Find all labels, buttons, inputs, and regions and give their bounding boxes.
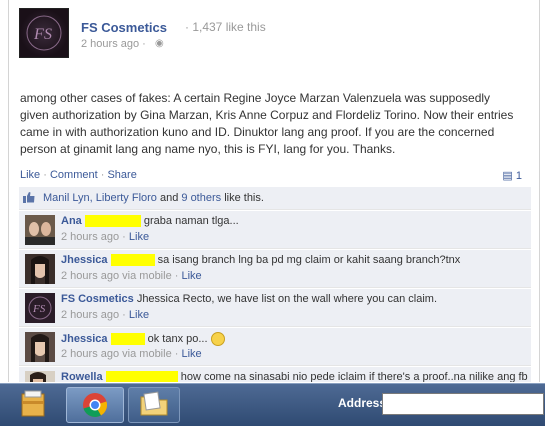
comment-count[interactable]: ▤ 1 (502, 169, 522, 182)
comments-section: Manil Lyn, Liberty Floro and 9 others li… (19, 187, 531, 382)
commenter-avatar[interactable]: FS (25, 293, 55, 323)
comment-timestamp[interactable]: 2 hours ago · (61, 309, 126, 321)
redaction-highlight (110, 254, 155, 267)
file-cabinet-icon (21, 390, 45, 417)
facebook-post-frame: F S FS Cosmetics · 1,437 like this 2 hou… (8, 0, 540, 382)
share-link[interactable]: Share (107, 169, 136, 181)
comment-like-link[interactable]: Like (129, 231, 149, 243)
comment-link[interactable]: Comment (50, 169, 98, 181)
comment-timestamp[interactable]: 2 hours ago (61, 270, 119, 282)
address-input[interactable] (382, 393, 544, 415)
commenter-name[interactable]: Ana (61, 215, 82, 227)
commenter-avatar[interactable] (25, 332, 55, 362)
post-header: F S FS Cosmetics · 1,437 like this 2 hou… (19, 8, 529, 58)
redaction-highlight (84, 215, 141, 228)
comment-text: graba naman tlga... (143, 215, 239, 227)
commenter-name[interactable]: Rowella (61, 371, 103, 382)
commenter-avatar[interactable] (25, 215, 55, 245)
comment-text: Jhessica Recto, we have list on the wall… (136, 293, 438, 305)
comment-like-link[interactable]: Like (129, 309, 149, 321)
comment-item: Rowella how come na sinasabi nio pede ic… (19, 367, 531, 382)
comment-item: FS FS Cosmetics Jhessica Recto, we have … (19, 289, 531, 327)
file-manager-taskbar-button[interactable] (8, 387, 58, 421)
commenter-avatar[interactable] (25, 254, 55, 284)
likes-suffix-text: like this. (221, 192, 264, 204)
address-label: Address (338, 396, 387, 410)
others-link[interactable]: 9 others (181, 192, 221, 204)
thumbs-up-icon (23, 192, 35, 203)
likers-names-link[interactable]: Manil Lyn, Liberty Floro (43, 192, 157, 204)
chrome-taskbar-button[interactable] (66, 387, 124, 423)
svg-text:FS: FS (32, 303, 46, 315)
comment-like-link[interactable]: Like (181, 348, 201, 360)
action-separator: · (100, 169, 105, 181)
comment-item: Jhessica sa isang branch lng ba pd mg cl… (19, 250, 531, 288)
comment-timestamp[interactable]: 2 hours ago (61, 348, 119, 360)
comment-via-text: via mobile · (119, 270, 179, 282)
comment-via-text: via mobile · (119, 348, 179, 360)
svg-text:S: S (44, 26, 52, 43)
comment-timestamp[interactable]: 2 hours ago · (61, 231, 126, 243)
comment-item: Jhessica ok tanx po... 2 hours ago via m… (19, 328, 531, 366)
action-separator: · (43, 169, 47, 181)
chrome-icon (83, 393, 108, 418)
commenter-name[interactable]: Jhessica (61, 254, 107, 266)
redaction-highlight (105, 371, 178, 382)
post-action-bar: Like · Comment · Share ▤ 1 (20, 169, 532, 185)
comment-text: ok tanx po... (147, 332, 208, 345)
audience-globe-icon[interactable]: ◉ (155, 38, 164, 49)
post-timestamp[interactable]: 2 hours ago · (81, 38, 146, 50)
comment-item: Ana graba naman tlga... 2 hours ago · Li… (19, 211, 531, 249)
page-avatar[interactable]: F S (19, 8, 69, 58)
svg-text:F: F (33, 26, 44, 43)
likes-summary-row: Manil Lyn, Liberty Floro and 9 others li… (19, 187, 531, 210)
commenter-name[interactable]: FS Cosmetics (61, 293, 134, 305)
like-link[interactable]: Like (20, 169, 40, 181)
redaction-highlight (110, 333, 145, 345)
commenter-name[interactable]: Jhessica (61, 333, 107, 345)
page-name-link[interactable]: FS Cosmetics (81, 20, 167, 35)
comment-bubble-icon: ▤ (502, 170, 513, 182)
folder-icon (140, 391, 168, 416)
folder-taskbar-button[interactable] (128, 387, 180, 423)
post-body-text: among other cases of fakes: A certain Re… (20, 91, 514, 156)
comment-text: sa isang branch lng ba pd mg claim or ka… (157, 254, 461, 266)
windows-taskbar: Address (0, 383, 545, 426)
likes-and-text: and (156, 192, 182, 204)
smiley-emoticon-icon (210, 332, 225, 346)
page-likes-count: · 1,437 like this (185, 20, 266, 34)
comment-text: how come na sinasabi nio pede iclaim if … (180, 371, 528, 382)
comment-like-link[interactable]: Like (181, 270, 201, 282)
commenter-avatar[interactable] (25, 371, 55, 382)
